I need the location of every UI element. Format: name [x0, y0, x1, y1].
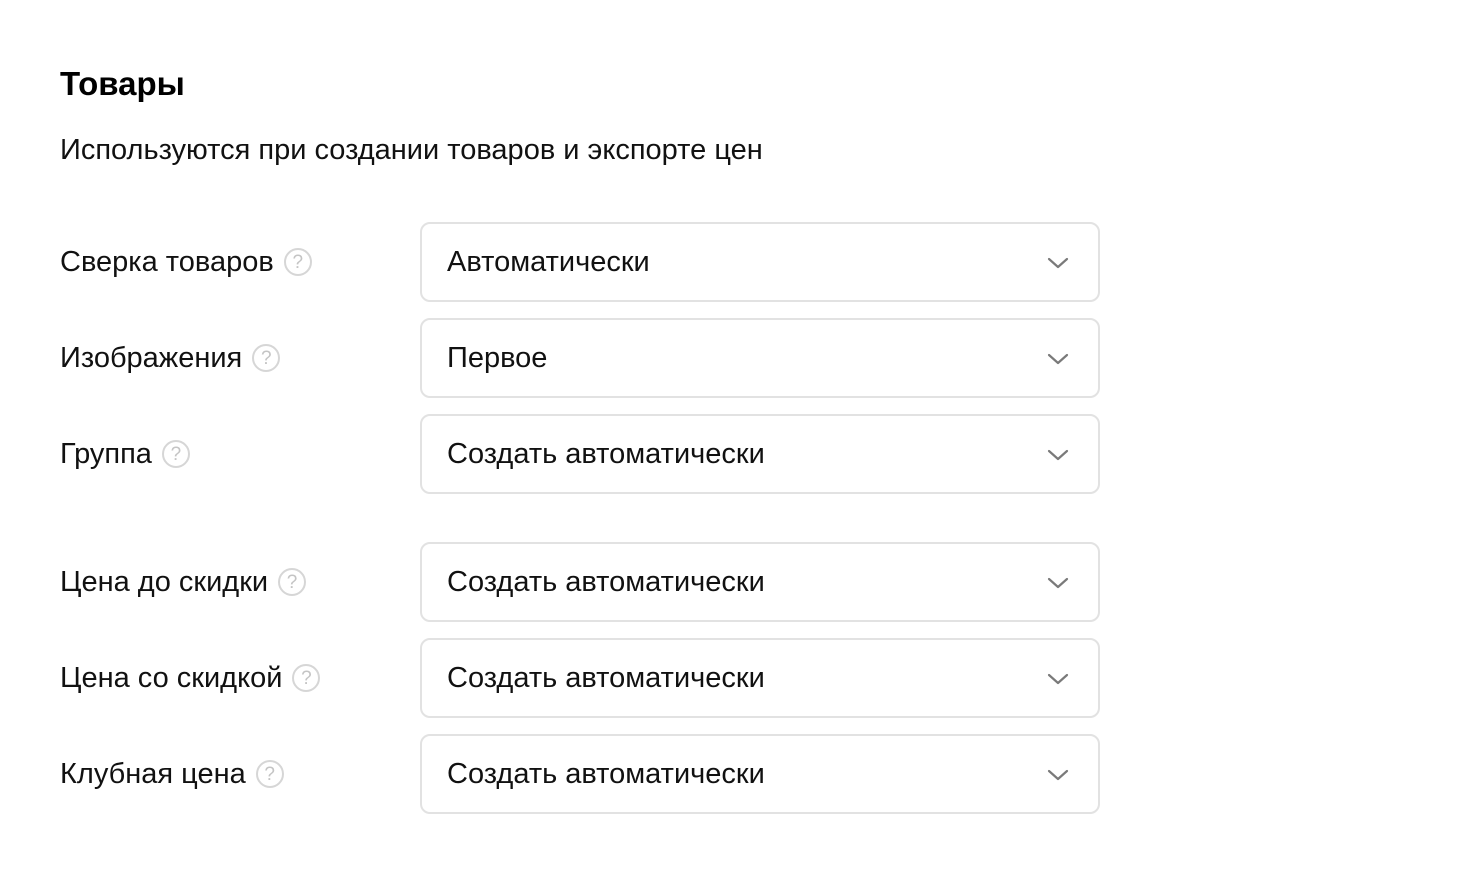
- chevron-down-icon: [1047, 257, 1069, 269]
- help-icon[interactable]: ?: [161, 440, 190, 468]
- chevron-down-icon: [1047, 449, 1069, 461]
- select-value: Создать автоматически: [447, 437, 765, 470]
- help-icon[interactable]: ?: [252, 344, 281, 372]
- select-value: Создать автоматически: [447, 757, 765, 790]
- label-price-before-discount: Цена до скидки: [60, 565, 269, 598]
- select-club-price[interactable]: Создать автоматически: [420, 734, 1100, 814]
- help-icon[interactable]: ?: [278, 568, 307, 596]
- row-price-with-discount: Цена со скидкой ? Создать автоматически: [60, 638, 1100, 718]
- select-value: Автоматически: [447, 245, 650, 278]
- row-price-before-discount: Цена до скидки ? Создать автоматически: [60, 542, 1100, 622]
- label-group: Группа: [60, 437, 152, 470]
- row-group: Группа ? Создать автоматически: [60, 414, 1100, 494]
- section-title: Товары: [60, 65, 185, 102]
- select-value: Создать автоматически: [447, 565, 765, 598]
- label-club-price: Клубная цена: [60, 757, 246, 790]
- help-icon[interactable]: ?: [283, 248, 312, 276]
- select-value: Создать автоматически: [447, 661, 765, 694]
- row-product-matching: Сверка товаров ? Автоматически: [60, 222, 1100, 302]
- select-price-before-discount[interactable]: Создать автоматически: [420, 542, 1100, 622]
- select-value: Первое: [447, 341, 548, 374]
- label-price-with-discount: Цена со скидкой: [60, 661, 283, 694]
- select-group[interactable]: Создать автоматически: [420, 414, 1100, 494]
- row-images: Изображения ? Первое: [60, 318, 1100, 398]
- row-club-price: Клубная цена ? Создать автоматически: [60, 734, 1100, 814]
- label-product-matching: Сверка товаров: [60, 245, 274, 278]
- select-price-with-discount[interactable]: Создать автоматически: [420, 638, 1100, 718]
- label-images: Изображения: [60, 341, 243, 374]
- chevron-down-icon: [1047, 673, 1069, 685]
- chevron-down-icon: [1047, 769, 1069, 781]
- chevron-down-icon: [1047, 353, 1069, 365]
- settings-page: Товары Используются при создании товаров…: [0, 0, 1480, 896]
- chevron-down-icon: [1047, 577, 1069, 589]
- section-subtitle: Используются при создании товаров и эксп…: [60, 134, 763, 166]
- select-product-matching[interactable]: Автоматически: [420, 222, 1100, 302]
- help-icon[interactable]: ?: [255, 760, 284, 788]
- select-images[interactable]: Первое: [420, 318, 1100, 398]
- help-icon[interactable]: ?: [292, 664, 321, 692]
